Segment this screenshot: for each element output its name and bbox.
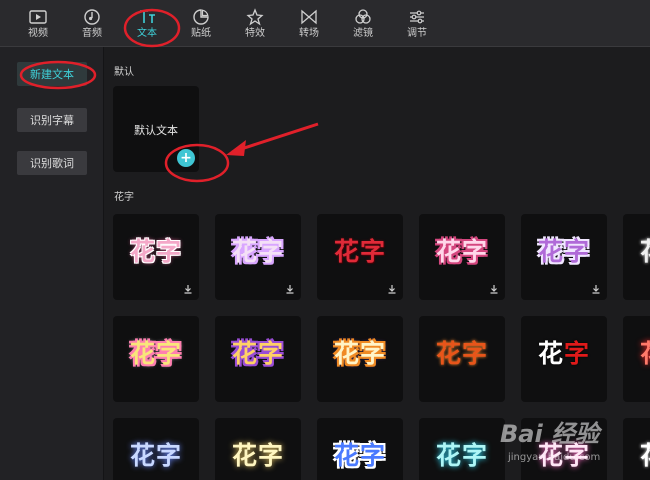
tab-text-label: 文本 (137, 28, 157, 39)
download-icon[interactable] (489, 284, 499, 294)
filter-icon (355, 9, 371, 24)
watermark: Bai 经验 jingyan.baidu.com (500, 412, 650, 480)
watermark-url: jingyan.baidu.com (508, 452, 601, 463)
download-icon[interactable] (591, 284, 601, 294)
flower-text-preview: 花字 (623, 232, 650, 268)
tab-transition-label: 转场 (299, 28, 319, 39)
default-section-title: 默认 (114, 67, 134, 78)
flower-text-preview: 花字 (333, 441, 386, 470)
tab-text[interactable]: 文本 (120, 0, 174, 46)
flower-text-preview: 花字 (333, 339, 386, 368)
effects-icon (246, 8, 264, 26)
flower-text-card[interactable]: 花字 (317, 316, 403, 402)
tab-adjust-label: 调节 (407, 28, 427, 39)
flower-text-card[interactable]: 花字 (623, 316, 650, 402)
flower-text-preview: 花字 (435, 339, 488, 368)
flower-text-preview: 花字 (231, 237, 284, 266)
flower-text-card[interactable]: 花字 (215, 316, 301, 402)
tab-filter[interactable]: 滤镜 (336, 0, 390, 46)
tab-audio[interactable]: 音频 (65, 0, 119, 46)
recognize-lyrics-button[interactable]: 识别歌词 (17, 151, 87, 175)
watermark-logo-text: Bai 经验 (500, 420, 600, 448)
flower-text-card[interactable]: 花字 (317, 418, 403, 480)
adjust-icon (410, 10, 424, 24)
flower-text-card[interactable]: 花字 (521, 214, 607, 300)
tab-transition[interactable]: 转场 (282, 0, 336, 46)
download-icon[interactable] (387, 284, 397, 294)
transition-icon (301, 9, 317, 25)
flower-text-preview: 花字 (129, 339, 182, 368)
flower-text-preview: 花字 (537, 339, 591, 368)
recognize-subtitles-button[interactable]: 识别字幕 (17, 108, 87, 132)
download-icon[interactable] (285, 284, 295, 294)
tab-sticker[interactable]: 贴纸 (174, 0, 228, 46)
default-text-card[interactable]: 默认文本 + (113, 86, 199, 172)
flower-text-preview: 花字 (333, 237, 386, 266)
flower-text-card[interactable]: 花字 (113, 418, 199, 480)
flower-text-card[interactable]: 花字 (215, 214, 301, 300)
default-text-label: 默认文本 (134, 124, 178, 137)
flower-text-card[interactable]: 花字 (215, 418, 301, 480)
download-icon[interactable] (183, 284, 193, 294)
tab-video[interactable]: 视频 (11, 0, 65, 46)
tab-effects[interactable]: 特效 (228, 0, 282, 46)
video-icon (29, 10, 47, 24)
flower-section-title: 花字 (114, 192, 134, 203)
flower-text-card[interactable]: 花字 (521, 316, 607, 402)
tab-effects-label: 特效 (245, 28, 265, 39)
sticker-icon (193, 9, 209, 25)
flower-text-card[interactable]: 花字 (317, 214, 403, 300)
sidebar: 新建文本 识别字幕 识别歌词 (0, 47, 104, 480)
flower-text-preview: 花字 (537, 237, 590, 266)
flower-text-card[interactable]: 花字 (113, 214, 199, 300)
flower-text-preview: 花字 (231, 339, 284, 368)
flower-text-preview: 花字 (129, 441, 182, 470)
text-icon (140, 10, 155, 23)
new-text-button[interactable]: 新建文本 (17, 62, 87, 86)
flower-text-card[interactable]: 花字 (113, 316, 199, 402)
audio-icon (84, 9, 100, 25)
flower-text-preview: 花字 (623, 334, 650, 370)
tab-video-label: 视频 (28, 28, 48, 39)
flower-text-preview: 花字 (129, 237, 182, 266)
flower-text-card[interactable]: 花字 (419, 214, 505, 300)
flower-text-preview: 花字 (231, 441, 284, 470)
flower-text-card[interactable]: 花字 (419, 316, 505, 402)
flower-text-preview: 花字 (435, 441, 488, 470)
flower-text-card[interactable]: 花字 (419, 418, 505, 480)
flower-text-preview: 花字 (435, 237, 488, 266)
flower-text-card[interactable]: 花字 (623, 214, 650, 300)
add-icon[interactable]: + (177, 149, 195, 167)
tab-audio-label: 音频 (82, 28, 102, 39)
tab-adjust[interactable]: 调节 (390, 0, 444, 46)
tab-filter-label: 滤镜 (353, 28, 373, 39)
top-toolbar: 视频 音频 文本 贴纸 特效 转场 滤镜 调节 (0, 0, 650, 47)
tab-sticker-label: 贴纸 (191, 28, 211, 39)
